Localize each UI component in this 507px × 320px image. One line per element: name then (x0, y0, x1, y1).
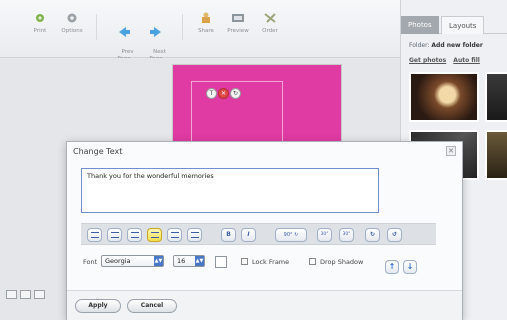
preview-icon (232, 14, 244, 22)
toolbar-divider (182, 14, 183, 40)
align-left-button[interactable] (87, 228, 102, 242)
change-text-dialog: Change Text ✕ Thank you for the wonderfu… (66, 141, 463, 320)
options-button[interactable]: Options (52, 12, 92, 35)
font-size-select[interactable]: 16 ▲▼ (173, 255, 205, 267)
drop-shadow-checkbox[interactable] (309, 258, 316, 265)
cancel-button[interactable]: Cancel (127, 299, 177, 313)
font-select-value: Georgia (105, 257, 131, 265)
delete-frame-button[interactable]: ✕ (218, 88, 229, 99)
valign-top-button[interactable] (147, 228, 162, 242)
page-thumbnails-nav (6, 290, 45, 299)
italic-button[interactable]: I (241, 228, 256, 242)
rotate-right-icon: ↻ (369, 231, 376, 238)
rotate-right-button[interactable]: ↻ (365, 228, 380, 242)
options-label: Options (61, 28, 83, 34)
drop-shadow-label: Drop Shadow (320, 258, 364, 266)
select-arrow-icon: ▲▼ (195, 256, 204, 266)
photo-thumbnail[interactable] (485, 72, 507, 122)
folder-label: Folder: (409, 42, 430, 49)
align-center-icon (110, 232, 119, 238)
rotate-90-button[interactable]: 90° ↻ (275, 228, 307, 242)
valign-middle-button[interactable] (167, 228, 182, 242)
tab-layouts[interactable]: Layouts (441, 16, 485, 34)
main-toolbar: Print Options Prev Page Next Page Share … (0, 0, 400, 62)
panel-tabs: Photos Layouts (401, 16, 507, 34)
font-options-row: Font Georgia ▲▼ 16 ▲▼ Lock Frame Drop Sh… (81, 252, 441, 274)
font-select[interactable]: Georgia ▲▼ (101, 255, 164, 267)
dialog-title: Change Text (73, 147, 123, 156)
tab-photos[interactable]: Photos (401, 16, 439, 34)
align-center-button[interactable] (107, 228, 122, 242)
move-up-button[interactable]: ↑ (385, 260, 399, 274)
dialog-footer: Apply Cancel (67, 290, 462, 320)
select-arrow-icon: ▲▼ (154, 256, 163, 266)
apply-button[interactable]: Apply (75, 299, 121, 313)
rotate-90-label: 90° (283, 232, 293, 238)
font-size-value: 16 (177, 257, 186, 265)
share-label: Share (198, 28, 214, 34)
photo-thumbnail[interactable] (409, 72, 479, 122)
rotate-30-button[interactable]: 30° (317, 228, 332, 242)
lock-frame-checkbox[interactable] (241, 258, 248, 265)
close-icon[interactable]: ✕ (446, 146, 456, 156)
photo-thumbnail[interactable] (485, 130, 507, 180)
arrow-down-icon: ↓ (406, 262, 414, 271)
photo-links: Get photos Auto fill (409, 57, 485, 64)
print-label: Print (33, 28, 47, 34)
text-input[interactable]: Thank you for the wonderful memories (81, 168, 379, 213)
arrow-left-icon (119, 27, 130, 37)
valign-bottom-button[interactable] (187, 228, 202, 242)
frame-toolbar: T ✕ ↻ (206, 88, 241, 99)
page-thumb-icon[interactable] (20, 290, 31, 299)
order-icon (264, 13, 276, 23)
align-right-button[interactable] (127, 228, 142, 242)
valign-bottom-icon (190, 232, 199, 238)
auto-fill-link[interactable]: Auto fill (453, 57, 480, 64)
font-color-swatch[interactable] (215, 256, 227, 268)
text-tool-button[interactable]: T (206, 88, 217, 99)
rotate-90-icon: ↻ (294, 232, 299, 238)
valign-top-icon (150, 232, 159, 238)
valign-middle-icon (170, 232, 179, 238)
format-toolbar: B I 90° ↻ 30° 30° ↻ ↺ (81, 223, 436, 245)
order-button[interactable]: Order (250, 12, 290, 35)
print-icon (36, 14, 44, 22)
bold-button[interactable]: B (221, 228, 236, 242)
get-photos-link[interactable]: Get photos (409, 57, 446, 64)
toolbar-divider (96, 14, 97, 40)
add-folder-link[interactable]: Add new folder (431, 42, 482, 49)
page-thumb-icon[interactable] (34, 290, 45, 299)
align-right-icon (130, 232, 139, 238)
arrow-up-icon: ↑ (388, 262, 396, 271)
rotate-30-ccw-button[interactable]: 30° (339, 228, 354, 242)
arrow-right-icon (150, 27, 161, 37)
align-left-icon (90, 232, 99, 238)
page-thumb-icon[interactable] (6, 290, 17, 299)
share-icon (202, 12, 210, 23)
rotate-left-icon: ↺ (391, 231, 398, 238)
move-down-button[interactable]: ↓ (403, 260, 417, 274)
rotate-frame-button[interactable]: ↻ (230, 88, 241, 99)
order-label: Order (262, 28, 278, 34)
folder-row: Folder: Add new folder (409, 42, 483, 49)
lock-frame-label: Lock Frame (252, 258, 290, 266)
preview-label: Preview (227, 28, 249, 34)
gear-icon (67, 13, 77, 23)
rotate-left-button[interactable]: ↺ (387, 228, 402, 242)
font-label: Font (83, 258, 98, 266)
